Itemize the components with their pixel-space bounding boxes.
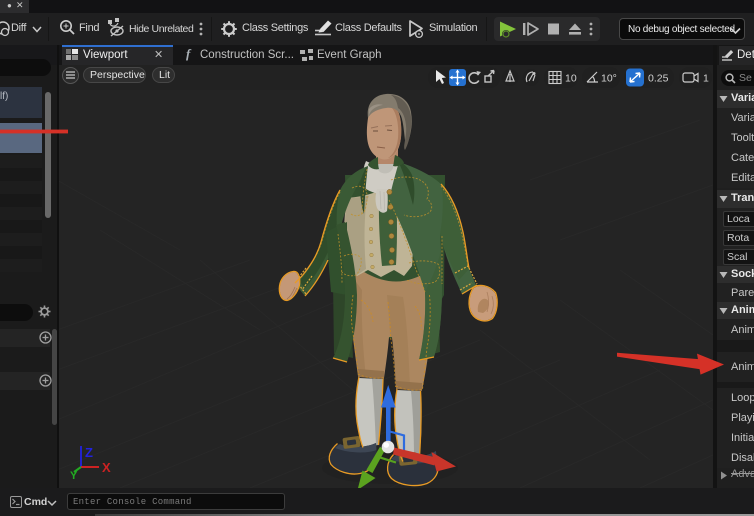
svg-text:0.25: 0.25 (648, 73, 669, 85)
svg-text:Z: Z (85, 445, 93, 460)
svg-text:10°: 10° (601, 73, 617, 85)
svg-text:X: X (102, 460, 111, 475)
svg-text:10: 10 (565, 73, 577, 85)
svg-text:Y: Y (70, 470, 78, 482)
svg-text:1: 1 (703, 73, 709, 85)
